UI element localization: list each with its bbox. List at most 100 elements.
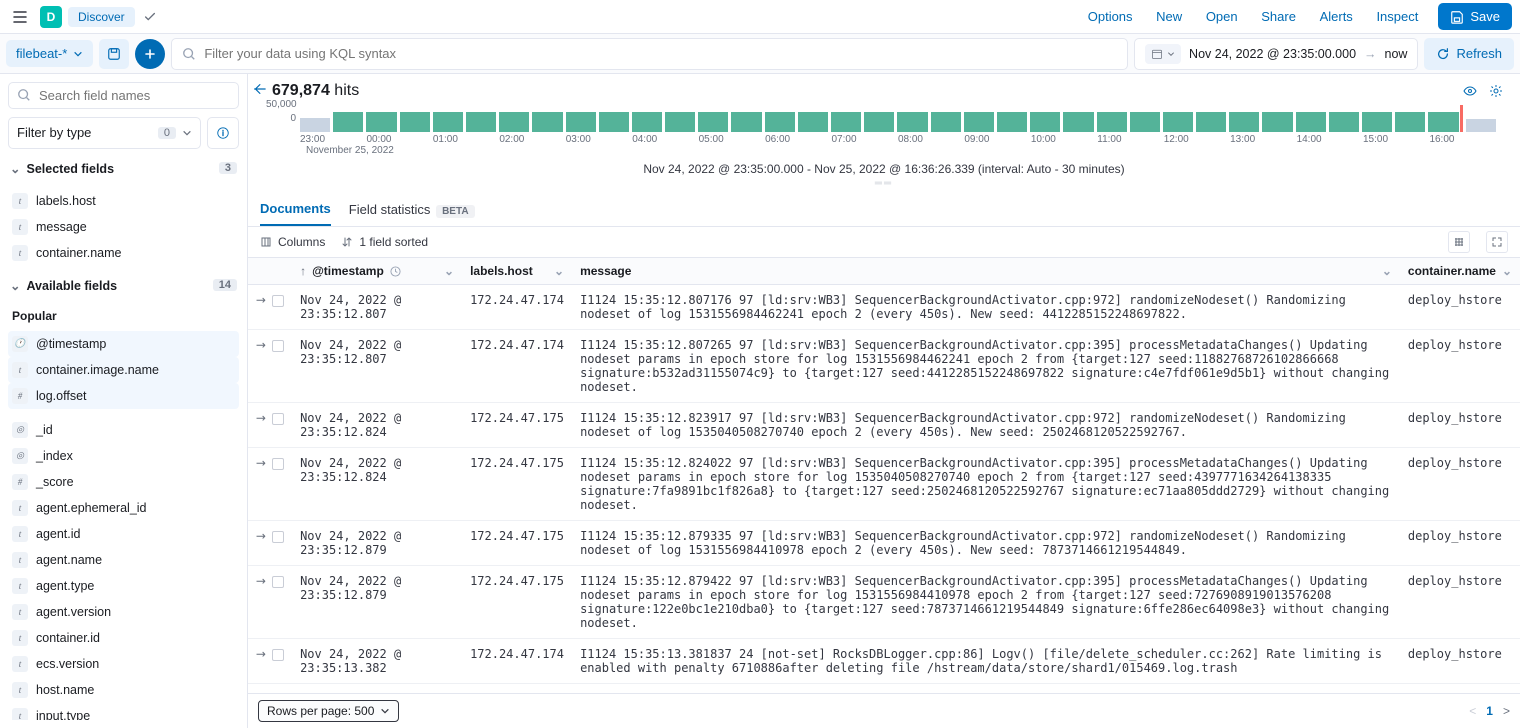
histogram-bar (366, 112, 396, 132)
table-row[interactable]: ↗Nov 24, 2022 @ 23:35:12.879172.24.47.17… (248, 521, 1520, 566)
saved-query-button[interactable] (99, 39, 129, 69)
field-item[interactable]: tagent.name (8, 547, 239, 573)
available-fields-count: 14 (213, 279, 237, 291)
calendar-button[interactable] (1145, 44, 1181, 64)
kql-search[interactable] (171, 38, 1128, 70)
available-fields-header[interactable]: ⌄Available fields 14 (8, 274, 239, 297)
link-new[interactable]: New (1156, 9, 1182, 24)
histogram[interactable]: 50,000 0 23:0000:0001:0002:0003:0004:000… (248, 104, 1520, 193)
col-container-name[interactable]: container.name⌄ (1400, 258, 1520, 285)
field-info-button[interactable] (207, 117, 239, 149)
cell-container: deploy_hstore (1400, 403, 1520, 448)
resize-handle[interactable]: ══ (272, 178, 1496, 189)
documents-grid[interactable]: ↑ @timestamp ⌄ labels.host⌄ message⌄ con… (248, 258, 1520, 693)
histogram-bar (333, 112, 363, 132)
cell-timestamp: Nov 24, 2022 @ 23:35:12.807 (292, 285, 462, 330)
table-row[interactable]: ↗Nov 24, 2022 @ 23:35:12.807172.24.47.17… (248, 285, 1520, 330)
field-item[interactable]: tecs.version (8, 651, 239, 677)
sort-button[interactable]: 1 field sorted (341, 235, 428, 249)
field-item[interactable]: tcontainer.image.name (8, 357, 239, 383)
field-item[interactable]: ◎_id (8, 417, 239, 443)
row-checkbox[interactable] (272, 295, 284, 307)
kql-input[interactable] (204, 46, 1117, 61)
table-row[interactable]: ↗Nov 24, 2022 @ 23:35:12.807172.24.47.17… (248, 330, 1520, 403)
col-labels-host[interactable]: labels.host⌄ (462, 258, 572, 285)
table-row[interactable]: ↗Nov 24, 2022 @ 23:35:12.879172.24.47.17… (248, 566, 1520, 639)
field-item[interactable]: tmessage (8, 214, 239, 240)
rows-per-page-select[interactable]: Rows per page: 500 (258, 700, 399, 722)
link-options[interactable]: Options (1088, 9, 1133, 24)
field-search[interactable] (8, 82, 239, 109)
filter-by-type[interactable]: Filter by type 0 (8, 117, 201, 149)
link-share[interactable]: Share (1261, 9, 1296, 24)
x-tick: 00:00 (366, 134, 432, 145)
field-item[interactable]: tagent.version (8, 599, 239, 625)
field-name: _index (36, 449, 73, 463)
nav-toggle-button[interactable] (8, 5, 32, 29)
field-item[interactable]: tagent.id (8, 521, 239, 547)
row-checkbox[interactable] (272, 458, 284, 470)
field-item[interactable]: tcontainer.id (8, 625, 239, 651)
row-checkbox[interactable] (272, 531, 284, 543)
histogram-bar (1428, 112, 1458, 132)
selected-fields-header[interactable]: ⌄Selected fields 3 (8, 157, 239, 180)
columns-button[interactable]: Columns (260, 235, 325, 249)
field-item[interactable]: #_score (8, 469, 239, 495)
expand-icon[interactable]: ↗ (253, 527, 270, 544)
field-item[interactable]: #log.offset (8, 383, 239, 409)
chevron-down-icon (1167, 50, 1175, 58)
collapse-sidebar-icon[interactable] (252, 82, 266, 96)
table-row[interactable]: ↗Nov 24, 2022 @ 23:35:13.382172.24.47.17… (248, 639, 1520, 684)
expand-icon[interactable]: ↗ (253, 336, 270, 353)
field-name: host.name (36, 683, 94, 697)
expand-icon[interactable]: ↗ (253, 409, 270, 426)
app-name-pill[interactable]: Discover (68, 7, 135, 27)
chart-options-button[interactable] (1462, 83, 1478, 99)
prev-page-button[interactable]: < (1469, 704, 1476, 718)
field-type-icon: t (12, 630, 28, 646)
page-number[interactable]: 1 (1486, 704, 1493, 718)
row-checkbox[interactable] (272, 340, 284, 352)
field-item[interactable]: tagent.type (8, 573, 239, 599)
col-timestamp[interactable]: ↑ @timestamp ⌄ (292, 258, 462, 285)
histogram-bar (1063, 112, 1093, 132)
col-message[interactable]: message⌄ (572, 258, 1400, 285)
refresh-button[interactable]: Refresh (1424, 38, 1514, 70)
expand-icon[interactable]: ↗ (253, 291, 270, 308)
table-row[interactable]: ↗Nov 24, 2022 @ 23:35:13.436172.24.47.17… (248, 684, 1520, 694)
expand-icon[interactable]: ↗ (253, 645, 270, 662)
time-picker[interactable]: Nov 24, 2022 @ 23:35:00.000 → now (1134, 38, 1418, 70)
link-inspect[interactable]: Inspect (1376, 9, 1418, 24)
tab-documents[interactable]: Documents (260, 193, 331, 226)
density-button[interactable] (1448, 231, 1470, 253)
field-item[interactable]: tlabels.host (8, 188, 239, 214)
index-pattern-button[interactable]: filebeat-* (6, 40, 93, 67)
field-item[interactable]: tcontainer.name (8, 240, 239, 266)
histogram-bar (599, 112, 629, 132)
link-alerts[interactable]: Alerts (1320, 9, 1353, 24)
expand-icon[interactable]: ↗ (253, 454, 270, 471)
settings-button[interactable] (1488, 83, 1504, 99)
row-checkbox[interactable] (272, 413, 284, 425)
field-item[interactable]: tagent.ephemeral_id (8, 495, 239, 521)
field-search-input[interactable] (39, 88, 230, 103)
next-page-button[interactable]: > (1503, 704, 1510, 718)
histogram-bar (698, 112, 728, 132)
link-open[interactable]: Open (1206, 9, 1238, 24)
table-row[interactable]: ↗Nov 24, 2022 @ 23:35:12.824172.24.47.17… (248, 448, 1520, 521)
fullscreen-button[interactable] (1486, 231, 1508, 253)
field-item[interactable]: 🕐@timestamp (8, 331, 239, 357)
tab-field-statistics[interactable]: Field statistics BETA (349, 194, 475, 225)
cell-host: 172.24.47.174 (462, 330, 572, 403)
cell-host: 172.24.47.175 (462, 403, 572, 448)
save-button[interactable]: Save (1438, 3, 1512, 30)
field-item[interactable]: ◎_index (8, 443, 239, 469)
add-filter-button[interactable] (135, 39, 165, 69)
field-item[interactable]: thost.name (8, 677, 239, 703)
field-item[interactable]: tinput.type (8, 703, 239, 720)
expand-icon[interactable]: ↗ (253, 572, 270, 589)
cell-timestamp: Nov 24, 2022 @ 23:35:12.824 (292, 403, 462, 448)
table-row[interactable]: ↗ Nov 24, 2022 @ 23:35:12.824172.24.47.17… (248, 403, 1520, 448)
row-checkbox[interactable] (272, 576, 284, 588)
row-checkbox[interactable] (272, 649, 284, 661)
